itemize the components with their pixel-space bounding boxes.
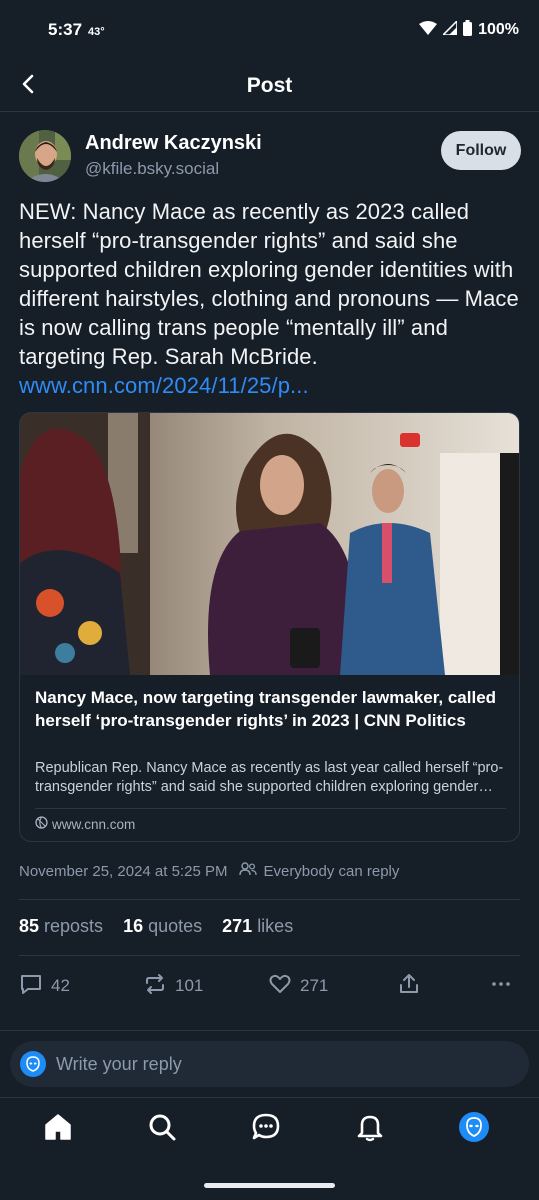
post-timestamp: November 25, 2024 at 5:25 PM — [19, 862, 228, 880]
user-avatar-icon — [20, 1051, 46, 1077]
bell-icon — [355, 1112, 385, 1147]
post-header: Post — [0, 60, 539, 112]
quotes-count: 16 — [123, 916, 144, 936]
likes-count: 271 — [222, 916, 253, 936]
nav-chat[interactable] — [249, 1112, 283, 1146]
link-preview-description: Republican Rep. Nancy Mace as recently a… — [35, 760, 504, 795]
engagement-stats: 85 reposts 16 quotes 271 likes — [19, 916, 293, 937]
card-divider — [35, 808, 506, 809]
reply-permission[interactable]: Everybody can reply — [239, 862, 399, 880]
search-icon — [147, 1112, 177, 1147]
share-icon — [397, 972, 421, 1001]
post-meta: November 25, 2024 at 5:25 PM Everybody c… — [19, 862, 399, 880]
likes-label: likes — [257, 916, 294, 936]
status-time: 5:37 — [48, 20, 83, 39]
follow-button[interactable]: Follow — [441, 131, 521, 170]
likes-stat[interactable]: 271 likes — [222, 916, 293, 937]
post-link[interactable]: www.cnn.com/2024/11/25/p... — [19, 373, 309, 398]
author-handle[interactable]: @kfile.bsky.social — [85, 159, 219, 179]
battery-icon — [463, 19, 473, 41]
like-button[interactable]: 271 — [268, 970, 328, 1002]
avatar[interactable] — [19, 130, 71, 182]
link-preview-card[interactable]: Nancy Mace, now targeting transgender la… — [19, 412, 520, 842]
signal-icon — [441, 18, 458, 40]
home-indicator[interactable] — [204, 1183, 335, 1188]
nav-profile[interactable] — [457, 1111, 491, 1147]
nav-search[interactable] — [145, 1112, 179, 1146]
link-preview-domain-row: www.cnn.com — [35, 816, 135, 832]
divider — [19, 899, 520, 900]
repost-icon — [143, 972, 167, 1001]
repost-button[interactable]: 101 — [143, 970, 203, 1002]
reply-input[interactable]: Write your reply — [56, 1054, 182, 1075]
author-row: Andrew Kaczynski @kfile.bsky.social Foll… — [19, 128, 521, 188]
ellipsis-icon — [489, 972, 513, 1001]
heart-icon — [268, 972, 292, 1001]
author-name[interactable]: Andrew Kaczynski — [85, 132, 262, 155]
chat-icon — [251, 1112, 281, 1147]
reply-permission-label: Everybody can reply — [263, 862, 400, 880]
repost-count: 101 — [175, 976, 204, 995]
people-icon — [239, 862, 258, 880]
divider — [19, 955, 520, 956]
status-temperature: 43° — [88, 26, 105, 38]
link-preview-title: Nancy Mace, now targeting transgender la… — [35, 688, 497, 730]
bottom-navigation — [0, 1097, 539, 1167]
reply-count: 42 — [51, 976, 70, 995]
reply-composer[interactable]: Write your reply — [10, 1041, 529, 1087]
more-options-button[interactable] — [489, 970, 513, 1002]
comment-icon — [19, 972, 43, 1001]
reposts-stat[interactable]: 85 reposts — [19, 916, 103, 937]
reposts-count: 85 — [19, 916, 40, 936]
reply-button[interactable]: 42 — [19, 970, 70, 1002]
status-left: 5:37 43° — [48, 20, 105, 40]
link-preview-domain: www.cnn.com — [52, 816, 136, 832]
divider — [0, 1030, 539, 1031]
link-preview-image — [20, 413, 519, 675]
quotes-label: quotes — [148, 916, 203, 936]
post-body: NEW: Nancy Mace as recently as 2023 call… — [19, 197, 524, 400]
nav-home[interactable] — [41, 1112, 75, 1146]
profile-avatar-icon — [459, 1111, 489, 1147]
share-button[interactable] — [397, 970, 421, 1002]
nav-notifications[interactable] — [353, 1112, 387, 1146]
page-title: Post — [246, 74, 293, 97]
home-icon — [43, 1112, 73, 1147]
reposts-label: reposts — [44, 916, 104, 936]
like-count: 271 — [300, 976, 329, 995]
status-bar: 5:37 43° 100% — [0, 0, 539, 60]
quotes-stat[interactable]: 16 quotes — [123, 916, 202, 937]
wifi-icon — [419, 20, 438, 40]
post-text: NEW: Nancy Mace as recently as 2023 call… — [19, 199, 519, 369]
status-right: 100% — [419, 18, 519, 41]
globe-icon — [35, 816, 48, 832]
battery-percent: 100% — [478, 21, 519, 38]
post-actions: 42 101 271 — [19, 970, 521, 1002]
